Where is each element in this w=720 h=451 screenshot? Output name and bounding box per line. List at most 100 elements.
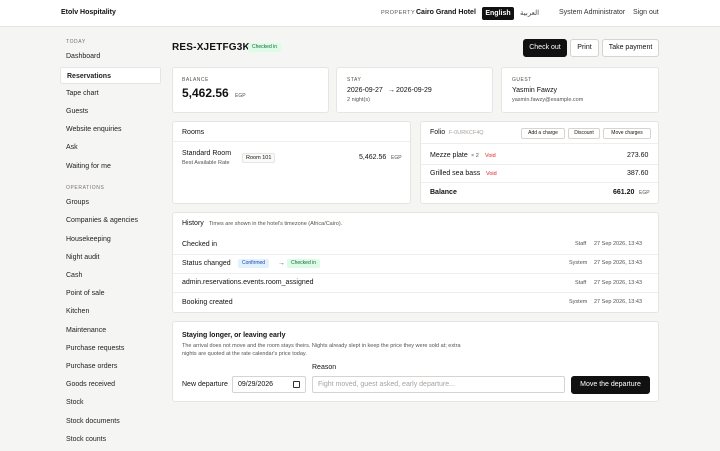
arrival-date: 2026-09-27: [347, 87, 383, 94]
calendar-icon[interactable]: [293, 381, 300, 388]
history-actor: Staff: [575, 241, 587, 247]
history-time: 27 Sep 2026, 13:43: [594, 299, 643, 305]
void-badge: Void: [485, 153, 496, 159]
new-departure-value: 09/29/2026: [238, 381, 274, 388]
sidebar-item-ask[interactable]: Ask: [60, 139, 161, 156]
status-badge: Checked in: [248, 43, 282, 52]
brand-logo[interactable]: Etolv Hospitality: [61, 9, 116, 16]
folio-line-item: Grilled sea bass: [430, 170, 481, 177]
reservation-code: RES-XJETFG3K: [172, 42, 250, 53]
status-from-badge: Confirmed: [238, 259, 270, 268]
room-number: Room 101: [242, 153, 276, 163]
print-button[interactable]: Print: [570, 39, 599, 57]
history-event: admin.reservations.events.room_assigned: [182, 279, 314, 286]
top-bar: Etolv Hospitality PROPERTY Cairo Grand H…: [0, 0, 720, 27]
sidebar-item-purchase-requests[interactable]: Purchase requests: [60, 340, 161, 357]
stay-change-description-2: nights are quoted at the rate calendar's…: [182, 351, 307, 357]
stay-label: STAY: [347, 77, 362, 83]
language-arabic-button[interactable]: العربية: [520, 9, 539, 17]
guest-card[interactable]: GUEST Yasmin Fawzy yasmin.fawzy@example.…: [501, 67, 659, 113]
sidebar-item-stock-documents[interactable]: Stock documents: [60, 413, 161, 430]
folio-line-amount: 387.60: [627, 170, 649, 177]
divider: [173, 292, 658, 293]
history-card: History Times are shown in the hotel's t…: [172, 212, 659, 313]
sidebar-item-groups[interactable]: Groups: [60, 194, 161, 211]
balance-card: BALANCE 5,462.56 EGP: [172, 67, 329, 113]
divider: [421, 143, 658, 144]
rate-plan: Best Available Rate: [182, 160, 230, 166]
sidebar-item-maintenance[interactable]: Maintenance: [60, 322, 161, 339]
history-time: 27 Sep 2026, 13:43: [594, 260, 643, 266]
sidebar-heading-operations: OPERATIONS: [66, 185, 105, 191]
guest-name[interactable]: Yasmin Fawzy: [512, 87, 557, 94]
rooms-card: Rooms Standard Room Best Available Rate …: [172, 121, 411, 204]
sidebar-item-reservations[interactable]: Reservations: [60, 67, 161, 84]
sidebar-item-cash[interactable]: Cash: [60, 267, 161, 284]
folio-id: F-0URKCF4Q: [449, 130, 484, 136]
sidebar-item-purchase-orders[interactable]: Purchase orders: [60, 358, 161, 375]
history-event: Checked in: [182, 241, 218, 248]
history-actor: Staff: [575, 280, 587, 286]
check-out-button[interactable]: Check out: [523, 39, 567, 57]
nights-count: 2 night(s): [347, 97, 370, 103]
reason-label: Reason: [312, 364, 337, 371]
sidebar-item-stock-counts[interactable]: Stock counts: [60, 431, 161, 448]
arrow-icon: →: [388, 87, 395, 94]
sidebar-item-waiting-for-me[interactable]: Waiting for me: [60, 158, 161, 175]
guest-email: yasmin.fawzy@example.com: [512, 97, 584, 103]
void-badge: Void: [486, 171, 497, 177]
folio-line-qty: × 2: [471, 153, 479, 159]
sidebar-item-housekeeping[interactable]: Housekeeping: [60, 231, 161, 248]
status-to-badge: Checked in: [287, 259, 321, 268]
room-amount: 5,462.56: [359, 154, 387, 161]
divider: [421, 182, 658, 183]
history-event: Status changed: [182, 260, 231, 267]
sidebar-item-night-audit[interactable]: Night audit: [60, 249, 161, 266]
new-departure-label: New departure: [182, 381, 228, 388]
language-english-button[interactable]: English: [482, 7, 514, 20]
sidebar-item-website-enquiries[interactable]: Website enquiries: [60, 121, 161, 138]
sidebar-item-tape-chart[interactable]: Tape chart: [60, 85, 161, 102]
sidebar-item-goods-received[interactable]: Goods received: [60, 376, 161, 393]
sidebar-item-kitchen[interactable]: Kitchen: [60, 303, 161, 320]
history-title: History: [182, 220, 204, 227]
move-departure-button[interactable]: Move the departure: [571, 376, 650, 394]
balance-amount: 5,462.56: [182, 86, 229, 100]
sign-out-link[interactable]: Sign out: [633, 9, 659, 16]
property-name[interactable]: Cairo Grand Hotel: [416, 9, 476, 16]
folio-balance-amount: 661.20: [613, 189, 635, 196]
sidebar-item-guests[interactable]: Guests: [60, 103, 161, 120]
room-currency: EGP: [391, 155, 402, 161]
user-name[interactable]: System Administrator: [559, 9, 625, 16]
divider: [173, 273, 658, 274]
divider: [173, 254, 658, 255]
sidebar-item-companies-agencies[interactable]: Companies & agencies: [60, 212, 161, 229]
folio-line-item: Mezze plate: [430, 152, 468, 159]
history-timezone-note: Times are shown in the hotel's timezone …: [209, 221, 343, 227]
property-label: PROPERTY: [381, 10, 416, 16]
rooms-title: Rooms: [182, 129, 205, 136]
divider: [173, 141, 410, 142]
sidebar-item-point-of-sale[interactable]: Point of sale: [60, 285, 161, 302]
history-event: Booking created: [182, 299, 233, 306]
folio-title: Folio: [430, 129, 446, 136]
stay-change-card: Staying longer, or leaving early The arr…: [172, 321, 659, 402]
take-payment-button[interactable]: Take payment: [602, 39, 659, 57]
history-time: 27 Sep 2026, 13:43: [594, 280, 643, 286]
folio-card: Folio F-0URKCF4Q Add a charge Discount M…: [420, 121, 659, 204]
folio-balance-currency: EGP: [639, 190, 650, 196]
guest-label: GUEST: [512, 77, 532, 83]
folio-balance-label: Balance: [430, 189, 457, 196]
stay-change-description: The arrival does not move and the room s…: [182, 343, 461, 349]
balance-label: BALANCE: [182, 77, 209, 83]
sidebar-item-stock[interactable]: Stock: [60, 394, 161, 411]
new-departure-date-input[interactable]: 09/29/2026: [232, 376, 306, 393]
arrow-icon: →: [278, 260, 285, 267]
departure-date: 2026-09-29: [396, 87, 432, 94]
move-charges-button[interactable]: Move charges: [603, 128, 651, 139]
discount-button[interactable]: Discount: [568, 128, 600, 139]
history-actor: System: [569, 260, 588, 266]
add-charge-button[interactable]: Add a charge: [521, 128, 565, 139]
sidebar-item-dashboard[interactable]: Dashboard: [60, 48, 161, 65]
reason-input[interactable]: Fight moved, guest asked, early departur…: [312, 376, 565, 393]
